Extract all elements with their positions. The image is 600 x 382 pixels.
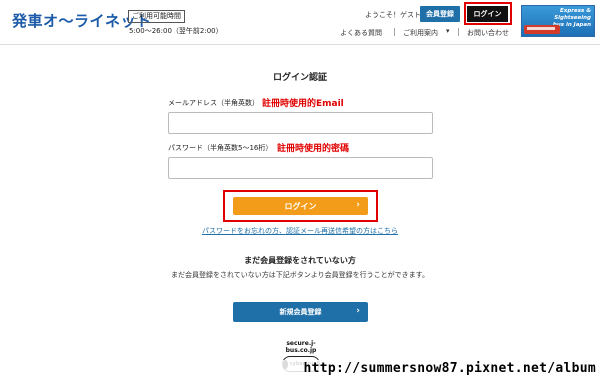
header-divider: [0, 44, 600, 45]
nav-faq[interactable]: よくある質問: [340, 28, 382, 38]
nav-separator: |: [457, 27, 460, 36]
banner-line1: Express & Sightseeing: [554, 8, 591, 21]
watermark-text: http://summersnow87.pixnet.net/album: [303, 361, 596, 376]
site-header: 発車オ〜ライネット ご利用可能時間 5:00〜26:00（翌午前2:00） よう…: [0, 0, 600, 44]
seal-domain: secure.j-bus.co.jp: [285, 340, 317, 354]
email-label: メールアドレス（半角英数）: [168, 99, 259, 107]
password-annotation: 註冊時使用的密碼: [277, 144, 350, 154]
highlight-box-login-button: [223, 190, 378, 222]
highlight-box-login: [464, 2, 512, 25]
page-title: ログイン認証: [272, 73, 327, 83]
welcome-text: ようこそ！ゲスト様: [365, 11, 428, 19]
nav-contact[interactable]: お問い合わせ: [467, 28, 509, 38]
english-site-banner[interactable]: Express & Sightseeing bus in Japan: [521, 5, 595, 37]
watermark-bar: http://summersnow87.pixnet.net/album: [0, 360, 600, 382]
register-button-top[interactable]: 会員登録: [420, 6, 460, 22]
nav-separator: |: [393, 27, 396, 36]
email-field[interactable]: [168, 112, 433, 134]
password-field[interactable]: [168, 157, 433, 179]
hours-badge: ご利用可能時間: [128, 10, 185, 23]
forgot-password-link[interactable]: パスワードをお忘れの方、認証メール再送信希望の方はこちら: [0, 226, 600, 236]
nav-guide[interactable]: ご利用案内: [403, 28, 438, 38]
register-note: まだ会員登録をされていない方は下記ボタンより会員登録を行うことができます。: [171, 271, 429, 279]
new-register-button-label: 新規会員登録: [279, 308, 322, 316]
service-hours: 5:00〜26:00（翌午前2:00）: [129, 27, 223, 35]
bus-icon: [524, 25, 560, 34]
not-registered-heading: まだ会員登録をされていない方: [244, 256, 356, 265]
new-register-button[interactable]: 新規会員登録 ›: [233, 302, 368, 322]
password-label: パスワード（半角英数5〜16桁）: [168, 144, 273, 152]
email-annotation: 註冊時使用的Email: [262, 99, 344, 109]
chevron-down-icon: ▾: [446, 27, 450, 35]
chevron-right-icon: ›: [356, 306, 360, 316]
